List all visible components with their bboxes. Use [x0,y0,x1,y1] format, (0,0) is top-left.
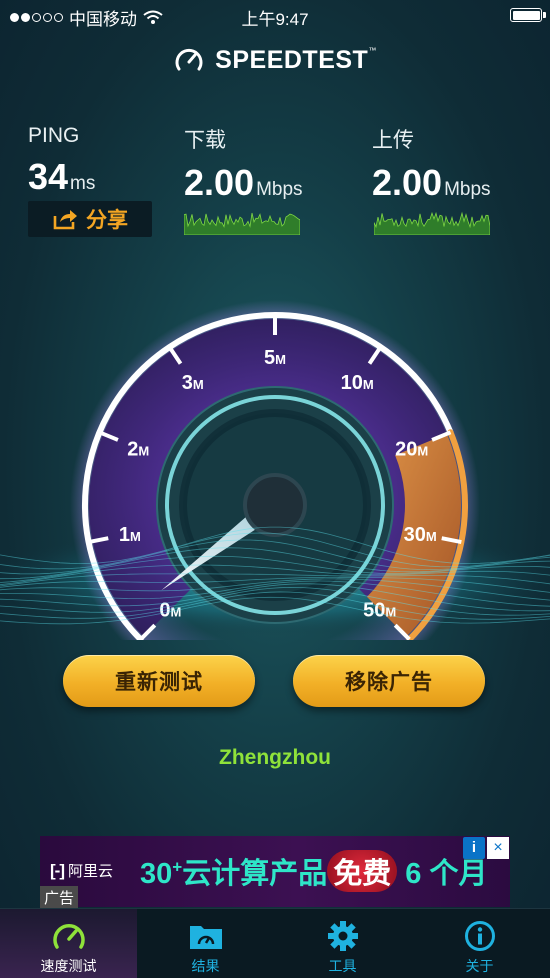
logo-text: SPEEDTEST [215,45,369,74]
upload-label: 上传 [372,129,414,152]
upload-value: 2.00 [372,162,443,203]
ad-brand: [-] 阿里云 [50,860,113,881]
results-folder-icon [189,926,222,949]
tab-speedtest-label: 速度测试 [40,958,97,974]
ping-value: 34 [28,156,69,197]
aliyun-logo-icon: [-] [50,860,65,880]
ping-unit: ms [70,173,96,194]
ad-banner[interactable]: [-] 阿里云 30+云计算产品 免费 6 个月 i × [40,836,510,907]
share-label: 分享 [86,209,128,232]
ping-stat: PING 34 ms [28,124,95,198]
download-graph [184,212,300,235]
speedtest-screen: 中国移动 上午9:47 SPEEDTEST™ PING 34 ms 下载 2.00… [0,0,550,978]
trademark: ™ [368,45,377,55]
tab-bar: 速度测试 结果 工具 关于 [0,908,550,978]
ad-promo-plus: + [172,857,183,877]
status-bar: 中国移动 上午9:47 [0,0,550,30]
ad-brand-name: 阿里云 [67,863,113,880]
tab-tools-label: 工具 [328,958,357,974]
ad-promo-duration: 6 个月 [405,858,488,890]
battery-icon [510,8,546,22]
tab-results[interactable]: 结果 [137,909,274,978]
speedometer-icon [52,924,85,949]
server-location: Zhengzhou [219,746,331,769]
ad-close-icon[interactable]: × [487,837,509,859]
gear-icon [327,921,358,951]
speedtest-logo: SPEEDTEST™ [0,44,550,76]
tab-about-label: 关于 [465,958,494,974]
ad-promo-num: 30 [140,858,173,890]
download-unit: Mbps [256,179,303,200]
share-icon [53,210,77,230]
ad-promo-text: 30+云计算产品 免费 6 个月 [140,850,487,892]
upload-graph [374,211,490,235]
tab-speedtest[interactable]: 速度测试 [0,909,137,978]
share-button[interactable]: 分享 [28,201,152,237]
ping-label: PING [28,124,80,147]
status-time: 上午9:47 [241,10,309,29]
retest-button[interactable]: 重新测试 [63,655,255,707]
upload-unit: Mbps [444,179,491,200]
tab-tools[interactable]: 工具 [274,909,411,978]
speedometer-logo-icon [175,48,203,71]
speed-gauge: 0M1M2M3M5M10M20M30M50M [0,300,550,640]
info-icon [464,921,495,951]
ad-promo-product: 云计算产品 [182,858,328,890]
download-stat: 下载 2.00 Mbps [184,124,303,204]
download-label: 下载 [184,129,226,152]
tab-about[interactable]: 关于 [411,909,548,978]
ad-promo-free: 免费 [327,850,398,892]
ad-tag: 广告 [40,886,79,909]
tab-results-label: 结果 [191,958,220,974]
remove-ads-button[interactable]: 移除广告 [293,655,485,707]
download-value: 2.00 [184,162,255,203]
upload-stat: 上传 2.00 Mbps [372,124,491,204]
ad-info-icon[interactable]: i [463,837,485,859]
